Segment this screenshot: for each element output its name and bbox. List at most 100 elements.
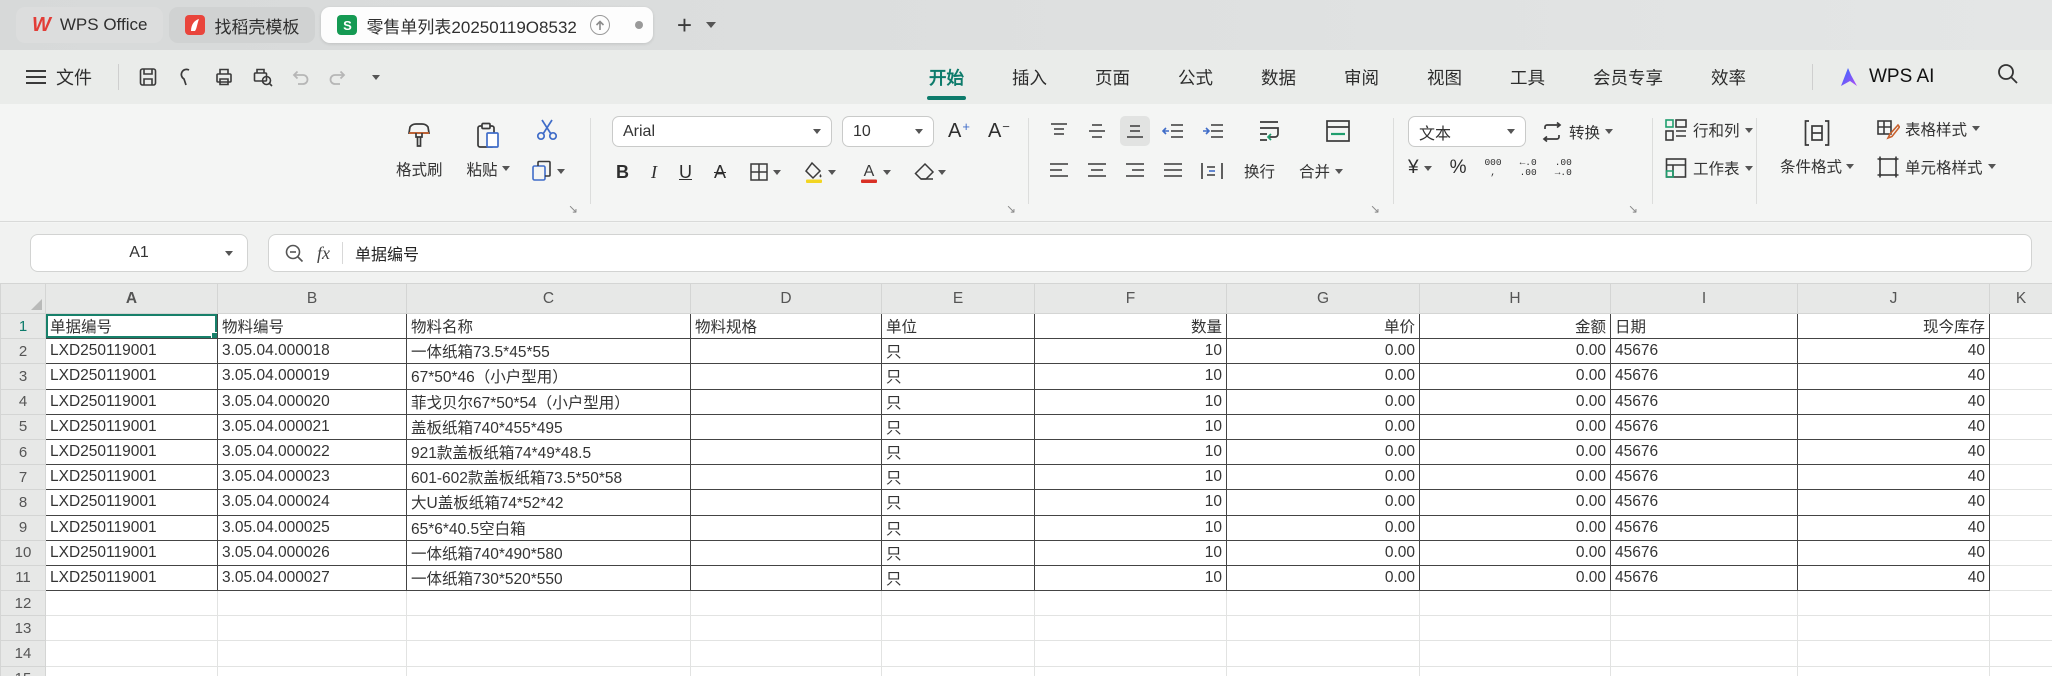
row-header-11[interactable]: 11	[1, 565, 46, 590]
new-tab-button[interactable]: +	[677, 12, 692, 38]
cell-C2[interactable]: 一体纸箱73.5*45*55	[407, 339, 691, 364]
justify-button[interactable]	[1158, 156, 1188, 186]
cell-B12[interactable]	[218, 591, 407, 616]
cell-B13[interactable]	[218, 616, 407, 641]
rows-and-columns-button[interactable]: 行和列	[1664, 118, 1753, 142]
cell-K4[interactable]	[1990, 389, 2052, 414]
cell-E8[interactable]: 只	[882, 490, 1035, 515]
increase-font-button[interactable]: A+	[944, 117, 974, 147]
cell-G15[interactable]	[1227, 666, 1420, 676]
column-header-H[interactable]: H	[1420, 284, 1611, 314]
cell-J12[interactable]	[1798, 591, 1990, 616]
cell-F1[interactable]: 数量	[1035, 314, 1227, 339]
cell-I1[interactable]: 日期	[1611, 314, 1798, 339]
cell-B3[interactable]: 3.05.04.000019	[218, 364, 407, 389]
borders-button[interactable]	[744, 157, 785, 187]
cell-G2[interactable]: 0.00	[1227, 339, 1420, 364]
percent-format-button[interactable]: %	[1450, 157, 1467, 179]
cell-C10[interactable]: 一体纸箱740*490*580	[407, 540, 691, 565]
cell-B9[interactable]: 3.05.04.000025	[218, 515, 407, 540]
cell-I12[interactable]	[1611, 591, 1798, 616]
cell-F11[interactable]: 10	[1035, 565, 1227, 590]
wrap-text-button[interactable]: 换行	[1244, 160, 1275, 182]
font-size-select[interactable]: 10	[842, 116, 934, 147]
italic-button[interactable]: I	[647, 157, 661, 187]
cell-B4[interactable]: 3.05.04.000020	[218, 389, 407, 414]
cell-F14[interactable]	[1035, 641, 1227, 666]
cell-E2[interactable]: 只	[882, 339, 1035, 364]
cell-J7[interactable]: 40	[1798, 465, 1990, 490]
cell-F2[interactable]: 10	[1035, 339, 1227, 364]
row-header-1[interactable]: 1	[1, 314, 46, 339]
borders-chevron-icon[interactable]	[773, 170, 781, 175]
cell-A12[interactable]	[46, 591, 218, 616]
cell-D12[interactable]	[691, 591, 882, 616]
alignment-dialog-launcher-icon[interactable]: ↘	[1370, 202, 1380, 216]
cell-K15[interactable]	[1990, 666, 2052, 676]
cell-J1[interactable]: 现今库存	[1798, 314, 1990, 339]
cell-A5[interactable]: LXD250119001	[46, 414, 218, 439]
formula-input[interactable]: fx 单据编号	[268, 234, 2032, 272]
cell-C9[interactable]: 65*6*40.5空白箱	[407, 515, 691, 540]
column-header-F[interactable]: F	[1035, 284, 1227, 314]
cell-D7[interactable]	[691, 465, 882, 490]
cell-G6[interactable]: 0.00	[1227, 439, 1420, 464]
column-header-D[interactable]: D	[691, 284, 882, 314]
ribbon-tab-会员专享[interactable]: 会员专享	[1569, 50, 1687, 104]
cell-C4[interactable]: 菲戈贝尔67*50*54（小户型用）	[407, 389, 691, 414]
cell-D3[interactable]	[691, 364, 882, 389]
cell-G13[interactable]	[1227, 616, 1420, 641]
eraser-chevron-icon[interactable]	[938, 170, 946, 175]
tab-list-chevron-icon[interactable]	[706, 22, 716, 28]
cell-K8[interactable]	[1990, 490, 2052, 515]
cell-A13[interactable]	[46, 616, 218, 641]
cell-E13[interactable]	[882, 616, 1035, 641]
cell-G3[interactable]: 0.00	[1227, 364, 1420, 389]
zoom-formula-icon[interactable]	[283, 242, 305, 264]
cell-I10[interactable]: 45676	[1611, 540, 1798, 565]
cell-J2[interactable]: 40	[1798, 339, 1990, 364]
row-header-8[interactable]: 8	[1, 490, 46, 515]
cell-K2[interactable]	[1990, 339, 2052, 364]
ribbon-tab-审阅[interactable]: 审阅	[1320, 50, 1403, 104]
cell-D14[interactable]	[691, 641, 882, 666]
cell-I2[interactable]: 45676	[1611, 339, 1798, 364]
cell-C7[interactable]: 601-602款盖板纸箱73.5*50*58	[407, 465, 691, 490]
decrease-font-button[interactable]: A−	[984, 117, 1014, 147]
ribbon-tab-视图[interactable]: 视图	[1403, 50, 1486, 104]
cell-F3[interactable]: 10	[1035, 364, 1227, 389]
cell-G11[interactable]: 0.00	[1227, 565, 1420, 590]
table-style-button[interactable]: 表格样式	[1876, 117, 1996, 141]
cell-B15[interactable]	[218, 666, 407, 676]
ribbon-tab-公式[interactable]: 公式	[1154, 50, 1237, 104]
eraser-button[interactable]	[909, 157, 950, 187]
cell-H8[interactable]: 0.00	[1420, 490, 1611, 515]
font-color-chevron-icon[interactable]	[883, 170, 891, 175]
conditional-format-button[interactable]: 条件格式	[1772, 114, 1862, 181]
cell-C3[interactable]: 67*50*46（小户型用）	[407, 364, 691, 389]
print-button[interactable]	[205, 61, 243, 93]
cell-D9[interactable]	[691, 515, 882, 540]
cell-J14[interactable]	[1798, 641, 1990, 666]
row-header-7[interactable]: 7	[1, 465, 46, 490]
comma-format-button[interactable]: 000 ,	[1484, 158, 1501, 178]
cell-K3[interactable]	[1990, 364, 2052, 389]
column-header-I[interactable]: I	[1611, 284, 1798, 314]
cell-B11[interactable]: 3.05.04.000027	[218, 565, 407, 590]
wrap-text-icon-button[interactable]	[1252, 116, 1286, 146]
merge-cells-button[interactable]: 合并	[1299, 160, 1343, 182]
cell-J3[interactable]: 40	[1798, 364, 1990, 389]
cell-G12[interactable]	[1227, 591, 1420, 616]
cell-G14[interactable]	[1227, 641, 1420, 666]
cell-C5[interactable]: 盖板纸箱740*455*495	[407, 414, 691, 439]
copy-button[interactable]	[526, 156, 569, 186]
cell-H7[interactable]: 0.00	[1420, 465, 1611, 490]
cell-F4[interactable]: 10	[1035, 389, 1227, 414]
cell-A11[interactable]: LXD250119001	[46, 565, 218, 590]
cell-J10[interactable]: 40	[1798, 540, 1990, 565]
cell-G9[interactable]: 0.00	[1227, 515, 1420, 540]
name-box[interactable]: A1	[30, 234, 248, 272]
cell-J15[interactable]	[1798, 666, 1990, 676]
ribbon-tab-数据[interactable]: 数据	[1237, 50, 1320, 104]
fill-color-chevron-icon[interactable]	[828, 170, 836, 175]
